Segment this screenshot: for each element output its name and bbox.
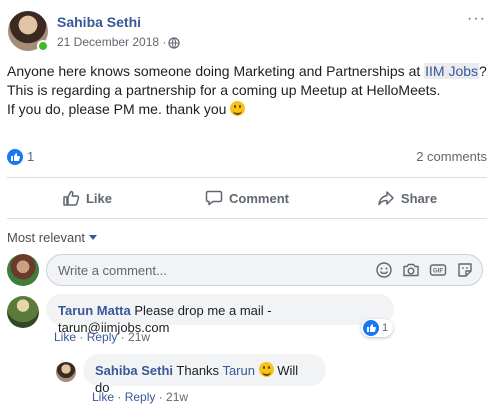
post-date[interactable]: 21 December 2018 · <box>57 35 166 49</box>
post-header: Sahiba Sethi 21 December 2018 · ··· <box>0 0 494 60</box>
comment-bubble: Tarun Matta Please drop me a mail - taru… <box>46 294 394 335</box>
share-button[interactable]: Share <box>327 180 487 216</box>
reply-actions: Like · Reply · 21w <box>92 390 189 404</box>
reactions-summary: 1 2 comments <box>7 148 487 166</box>
divider <box>7 177 487 178</box>
reply-author-avatar[interactable] <box>56 362 76 382</box>
comment-bubble-icon <box>205 190 223 206</box>
mention-link[interactable]: Tarun <box>222 363 255 378</box>
share-arrow-icon <box>378 191 394 206</box>
sticker-icon[interactable] <box>456 261 474 279</box>
reply-reply-link[interactable]: Reply <box>125 390 156 404</box>
more-options-icon[interactable]: ··· <box>467 10 486 28</box>
globe-icon[interactable] <box>168 37 180 49</box>
camera-icon[interactable] <box>402 261 420 279</box>
svg-text:GIF: GIF <box>433 269 443 275</box>
comment-like-link[interactable]: Like <box>54 330 76 344</box>
reply-age[interactable]: 21w <box>166 390 188 404</box>
author-name[interactable]: Sahiba Sethi <box>57 14 141 30</box>
comment-count-link[interactable]: 2 comments <box>416 149 487 164</box>
like-button-label: Like <box>85 190 112 206</box>
composer-tools: GIF <box>375 261 474 279</box>
divider <box>7 218 487 219</box>
reaction-count[interactable]: 1 <box>27 149 34 164</box>
gif-icon[interactable]: GIF <box>429 261 447 279</box>
comment-button-label: Comment <box>229 190 289 206</box>
current-user-avatar[interactable] <box>7 254 39 286</box>
comment-sort-dropdown[interactable]: Most relevant <box>7 230 98 245</box>
post-text-line2: If you do, please PM me. thank you <box>7 101 227 117</box>
comment-reaction-badge[interactable]: 1 <box>361 319 393 337</box>
reply-like-link[interactable]: Like <box>92 390 114 404</box>
post-action-bar: Like Comment Share <box>7 180 487 216</box>
like-reaction-icon[interactable] <box>7 149 23 165</box>
reply-bubble: Sahiba Sethi Thanks Tarun Will do <box>83 354 326 395</box>
smile-emoji-icon <box>230 101 246 116</box>
comment-composer[interactable]: GIF <box>46 254 483 286</box>
reply-text-before: Thanks <box>176 363 223 378</box>
comment-button[interactable]: Comment <box>167 180 327 216</box>
comment-reply-link[interactable]: Reply <box>87 330 118 344</box>
commenter-avatar[interactable] <box>7 296 39 328</box>
sort-label: Most relevant <box>7 230 86 245</box>
tagged-page-link[interactable]: IIM Jobs <box>424 63 480 79</box>
reply-author-name[interactable]: Sahiba Sethi <box>95 363 173 378</box>
comment-input[interactable] <box>58 262 348 279</box>
like-button[interactable]: Like <box>7 180 167 216</box>
like-reaction-icon <box>363 320 379 336</box>
thumbs-up-icon <box>63 190 80 206</box>
smile-emoji-icon <box>258 362 274 377</box>
post-text: Anyone here knows someone doing Marketin… <box>7 62 491 119</box>
emoji-picker-icon[interactable] <box>375 261 393 279</box>
online-status-icon <box>37 40 49 52</box>
comment-reaction-count: 1 <box>382 322 389 334</box>
comment-age[interactable]: 21w <box>128 330 150 344</box>
share-button-label: Share <box>400 190 438 206</box>
post-text-part1: Anyone here knows someone doing Marketin… <box>7 63 425 79</box>
comment-actions: Like · Reply · 21w <box>54 330 151 344</box>
caret-down-icon <box>89 235 98 240</box>
commenter-name[interactable]: Tarun Matta <box>58 303 131 318</box>
